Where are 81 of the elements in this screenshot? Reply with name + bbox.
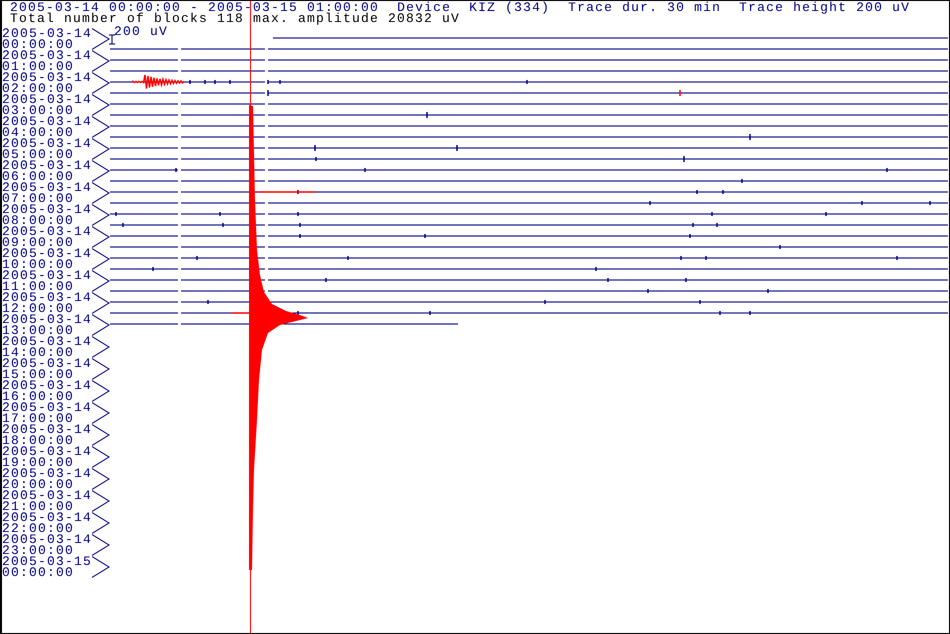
time-label: 03:00:00 — [2, 105, 74, 116]
time-label: 06:00:00 — [2, 171, 74, 182]
pointer-icon — [92, 336, 110, 358]
pointer-icon — [92, 226, 110, 248]
pointer-icon — [92, 468, 110, 490]
pointer-icon — [92, 182, 110, 204]
pointer-icon — [92, 314, 110, 336]
time-label: 23:00:00 — [2, 545, 74, 556]
date-label: 2005-03-14 — [2, 336, 92, 347]
date-label: 2005-03-14 — [2, 204, 92, 215]
date-label: 2005-03-14 — [2, 182, 92, 193]
date-label: 2005-03-14 — [2, 28, 92, 39]
date-label: 2005-03-14 — [2, 248, 92, 259]
date-label: 2005-03-14 — [2, 94, 92, 105]
time-label: 05:00:00 — [2, 149, 74, 160]
pointer-icon — [92, 270, 110, 292]
date-label: 2005-03-15 — [2, 556, 92, 567]
time-label: 07:00:00 — [2, 193, 74, 204]
date-label: 2005-03-14 — [2, 468, 92, 479]
date-label: 2005-03-14 — [2, 50, 92, 61]
date-label: 2005-03-14 — [2, 402, 92, 413]
date-label: 2005-03-14 — [2, 160, 92, 171]
summary-text: Total number of blocks 118 max. amplitude 20832 uV — [10, 11, 460, 26]
time-label: 02:00:00 — [2, 83, 74, 94]
pointer-icon — [92, 248, 110, 270]
pointer-icon — [92, 358, 110, 380]
pointer-icon — [92, 424, 110, 446]
scale-label: 200 uV — [114, 26, 168, 37]
time-label: 17:00:00 — [2, 413, 74, 424]
trace-duration-text: Trace dur. 30 min — [568, 1, 722, 15]
pointer-icon — [92, 28, 110, 50]
date-label: 2005-03-14 — [2, 490, 92, 501]
time-label: 12:00:00 — [2, 303, 74, 314]
time-label: 08:00:00 — [2, 215, 74, 226]
pointer-icon — [92, 446, 110, 468]
time-label: 01:00:00 — [2, 61, 74, 72]
event-burst-drawing — [132, 74, 185, 90]
time-label: 13:00:00 — [2, 325, 74, 336]
time-label: 22:00:00 — [2, 523, 74, 534]
date-label: 2005-03-14 — [2, 446, 92, 457]
time-label: 09:00:00 — [2, 237, 74, 248]
date-label: 2005-03-14 — [2, 270, 92, 281]
pointer-icon — [92, 534, 110, 556]
time-label: 11:00:00 — [2, 281, 74, 292]
date-label: 2005-03-14 — [2, 534, 92, 545]
time-label: 20:00:00 — [2, 479, 74, 490]
pointer-icon — [92, 556, 110, 578]
pointer-icon — [92, 50, 110, 72]
pointer-icon — [92, 204, 110, 226]
time-label: 00:00:00 — [2, 39, 74, 50]
trace-height-text: Trace height 200 uV — [739, 1, 910, 15]
scale-bar-icon — [108, 34, 116, 44]
time-label: 14:00:00 — [2, 347, 74, 358]
pointer-icon — [92, 402, 110, 424]
date-label: 2005-03-14 — [2, 314, 92, 325]
time-label: 19:00:00 — [2, 457, 74, 468]
time-label: 18:00:00 — [2, 435, 74, 446]
time-label: 04:00:00 — [2, 127, 74, 138]
pointer-icon — [92, 380, 110, 402]
date-label: 2005-03-14 — [2, 380, 92, 391]
pointer-icon — [92, 94, 110, 116]
time-label: 00:00:00 — [2, 567, 74, 578]
date-label: 2005-03-14 — [2, 138, 92, 149]
pointer-icon — [92, 160, 110, 182]
time-label: 21:00:00 — [2, 501, 74, 512]
date-label: 2005-03-14 — [2, 512, 92, 523]
date-label: 2005-03-14 — [2, 116, 92, 127]
date-label: 2005-03-14 — [2, 226, 92, 237]
time-label: 16:00:00 — [2, 391, 74, 402]
pointer-icon — [92, 292, 110, 314]
date-label: 2005-03-14 — [2, 292, 92, 303]
time-label: 15:00:00 — [2, 369, 74, 380]
date-label: 2005-03-14 — [2, 358, 92, 369]
pointer-icon — [92, 490, 110, 512]
time-label: 10:00:00 — [2, 259, 74, 270]
pointer-icon — [92, 138, 110, 160]
date-label: 2005-03-14 — [2, 424, 92, 435]
date-label: 2005-03-14 — [2, 72, 92, 83]
pointer-icon — [92, 512, 110, 534]
pointer-icon — [92, 116, 110, 138]
pointer-icon — [92, 72, 110, 94]
